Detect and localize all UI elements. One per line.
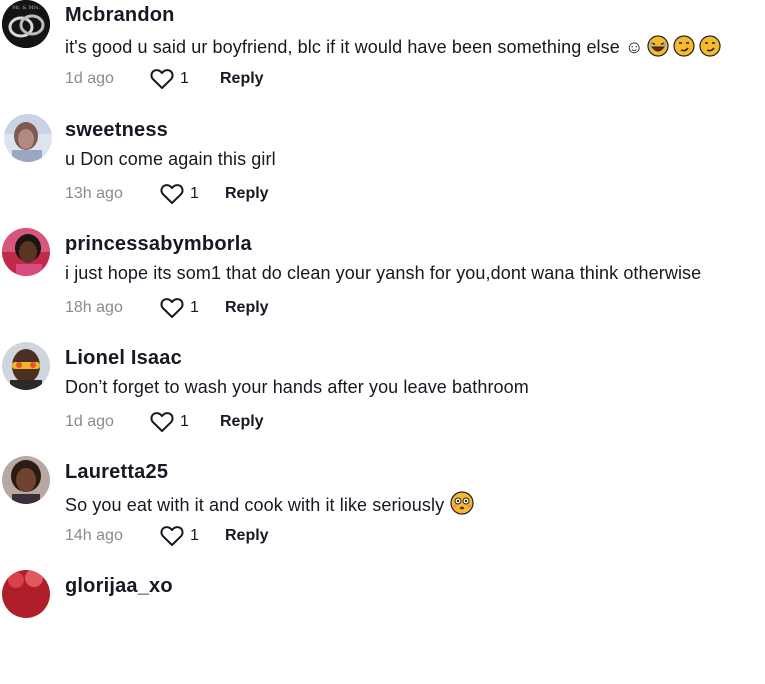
avatar[interactable] bbox=[4, 114, 52, 162]
like-count: 1 bbox=[190, 299, 199, 316]
avatar[interactable] bbox=[2, 456, 50, 504]
comment-meta: 13h ago 1 Reply bbox=[65, 181, 269, 207]
comment-username[interactable]: Mcbrandon bbox=[65, 4, 175, 27]
like-button[interactable]: 1 bbox=[150, 68, 220, 90]
comment-item: sweetness u Don come again this girl 13h… bbox=[0, 114, 765, 228]
like-count: 1 bbox=[190, 527, 199, 544]
reply-button[interactable]: Reply bbox=[220, 70, 264, 88]
reply-button[interactable]: Reply bbox=[225, 527, 269, 545]
like-button[interactable]: 1 bbox=[160, 297, 225, 319]
heart-outline-icon bbox=[160, 526, 184, 546]
heart-outline-icon bbox=[160, 184, 184, 204]
comment-text: u Don come again this girl bbox=[65, 149, 276, 169]
comment-time: 13h ago bbox=[65, 185, 123, 202]
comment-time: 14h ago bbox=[65, 527, 123, 544]
heart-outline-icon bbox=[150, 412, 174, 432]
comment-username[interactable]: glorijaa_xo bbox=[65, 575, 173, 598]
smirk-face-icon bbox=[699, 35, 722, 57]
avatar[interactable] bbox=[2, 570, 50, 618]
like-count: 1 bbox=[180, 70, 189, 87]
comment-time: 1d ago bbox=[65, 413, 114, 430]
comment-item: glorijaa_xo bbox=[0, 570, 765, 684]
comment-text-content: So you eat with it and cook with it like… bbox=[65, 495, 445, 515]
like-count: 1 bbox=[190, 185, 199, 202]
comment-meta: 14h ago 1 Reply bbox=[65, 523, 269, 549]
comment-text: Don’t forget to wash your hands after yo… bbox=[65, 377, 529, 397]
avatar-caption: Mr. & Mrs. bbox=[12, 5, 40, 11]
comment-time: 18h ago bbox=[65, 299, 123, 316]
comment-meta: 18h ago 1 Reply bbox=[65, 295, 269, 321]
comment-text: So you eat with it and cook with it like… bbox=[65, 491, 474, 516]
like-button[interactable]: 1 bbox=[160, 183, 225, 205]
avatar[interactable] bbox=[2, 342, 50, 390]
comment-item: Mr. & Mrs. Mcbrandon it's good u said ur… bbox=[0, 0, 765, 114]
heart-outline-icon bbox=[150, 69, 174, 89]
comment-item: Lauretta25 So you eat with it and cook w… bbox=[0, 456, 765, 570]
reply-button[interactable]: Reply bbox=[225, 299, 269, 317]
reply-button[interactable]: Reply bbox=[225, 185, 269, 203]
reply-button[interactable]: Reply bbox=[220, 413, 264, 431]
like-count: 1 bbox=[180, 413, 189, 430]
avatar[interactable]: Mr. & Mrs. bbox=[2, 0, 50, 48]
comment-meta: 1d ago 1 Reply bbox=[65, 409, 264, 435]
flushed-face-icon bbox=[450, 491, 474, 515]
comment-time: 1d ago bbox=[65, 70, 114, 87]
like-button[interactable]: 1 bbox=[150, 411, 220, 433]
smirk-face-icon bbox=[673, 35, 696, 57]
heart-outline-icon bbox=[160, 298, 184, 318]
comment-item: princessabymborla i just hope its som1 t… bbox=[0, 228, 765, 342]
comment-text: i just hope its som1 that do clean your … bbox=[65, 263, 702, 283]
comment-username[interactable]: princessabymborla bbox=[65, 233, 252, 256]
comment-text: it's good u said ur boyfriend, blc if it… bbox=[65, 35, 722, 58]
avatar[interactable] bbox=[2, 228, 50, 276]
like-button[interactable]: 1 bbox=[160, 525, 225, 547]
comment-meta: 1d ago 1 Reply bbox=[65, 66, 264, 92]
comment-username[interactable]: Lauretta25 bbox=[65, 461, 168, 484]
comment-text-content: it's good u said ur boyfriend, blc if it… bbox=[65, 37, 644, 57]
laughing-face-icon bbox=[647, 35, 670, 57]
comment-username[interactable]: sweetness bbox=[65, 119, 168, 142]
comment-username[interactable]: Lionel Isaac bbox=[65, 347, 182, 370]
comment-item: Lionel Isaac Don’t forget to wash your h… bbox=[0, 342, 765, 456]
